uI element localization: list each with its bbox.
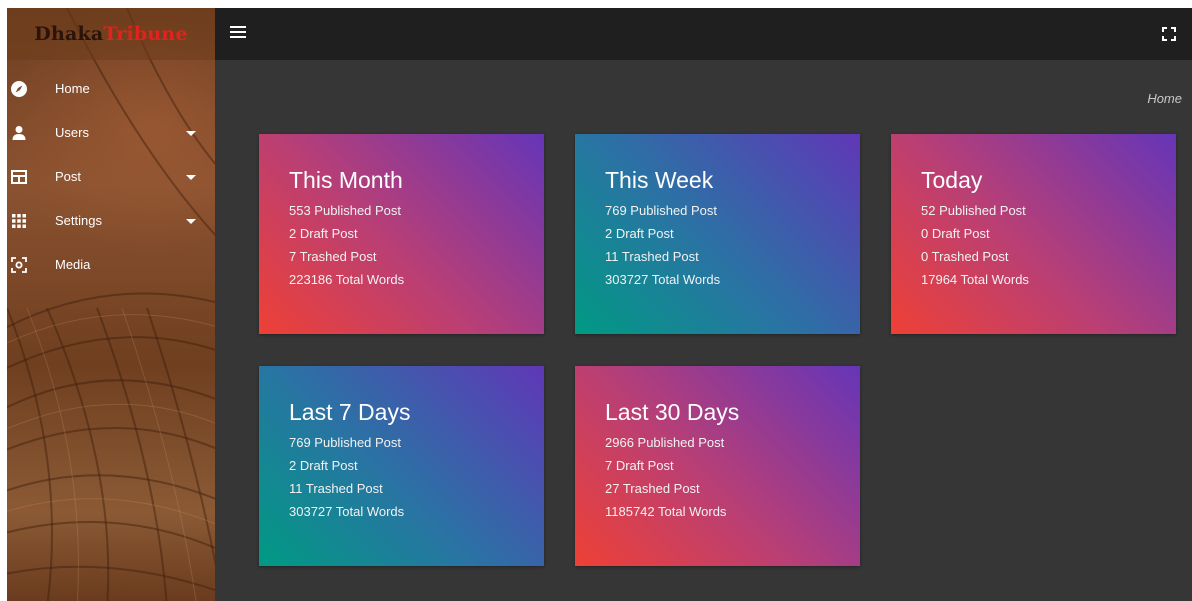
user-icon (10, 124, 28, 142)
sidebar-item-label: Settings (55, 213, 102, 228)
sidebar: Dhaka Tribune Home Users Post Settings M… (7, 8, 215, 601)
card-words: 1185742 Total Words (605, 504, 727, 519)
card-published: 553 Published Post (289, 203, 402, 218)
sidebar-nav: Home Users Post Settings Media (7, 67, 215, 287)
breadcrumb[interactable]: Home (1147, 91, 1182, 106)
card-words: 303727 Total Words (605, 272, 721, 287)
card-trashed: 0 Trashed Post (921, 249, 1009, 264)
card-title: This Month (289, 167, 403, 193)
card-words: 223186 Total Words (289, 272, 405, 287)
app-frame: Dhaka Tribune Home Users Post Settings M… (7, 8, 1192, 601)
card-trashed: 11 Trashed Post (605, 249, 699, 264)
card-draft: 2 Draft Post (605, 226, 674, 241)
caret-down-icon (186, 219, 196, 224)
stats-card-last-7-days: Last 7 Days 769 Published Post 2 Draft P… (259, 366, 544, 566)
media-icon (10, 256, 28, 274)
sidebar-item-label: Media (55, 257, 91, 272)
card-title: Today (921, 167, 983, 193)
card-title: Last 7 Days (289, 399, 411, 425)
sidebar-item-label: Post (55, 169, 82, 184)
stats-card-last-30-days: Last 30 Days 2966 Published Post 7 Draft… (575, 366, 860, 566)
card-published: 52 Published Post (921, 203, 1026, 218)
card-draft: 2 Draft Post (289, 226, 358, 241)
stats-card-this-month: This Month 553 Published Post 2 Draft Po… (259, 134, 544, 334)
sidebar-item-users[interactable]: Users (7, 111, 215, 155)
hamburger-icon[interactable] (230, 26, 246, 40)
sidebar-item-post[interactable]: Post (7, 155, 215, 199)
sidebar-item-label: Users (55, 125, 89, 140)
brand-logo[interactable]: Dhaka Tribune (7, 8, 215, 60)
card-published: 2966 Published Post (605, 435, 725, 450)
card-published: 769 Published Post (289, 435, 402, 450)
sidebar-item-label: Home (55, 81, 90, 96)
post-icon (10, 168, 28, 186)
compass-icon (10, 80, 28, 98)
sidebar-item-home[interactable]: Home (7, 67, 215, 111)
brand-logo-part2: Tribune (103, 23, 188, 45)
card-draft: 0 Draft Post (921, 226, 990, 241)
card-published: 769 Published Post (605, 203, 718, 218)
caret-down-icon (186, 131, 196, 136)
brand-logo-part1: Dhaka (34, 23, 104, 45)
top-bar (215, 8, 1192, 60)
sidebar-item-settings[interactable]: Settings (7, 199, 215, 243)
fullscreen-icon[interactable] (1162, 27, 1176, 41)
card-draft: 7 Draft Post (605, 458, 674, 473)
stats-card-this-week: This Week 769 Published Post 2 Draft Pos… (575, 134, 860, 334)
card-trashed: 27 Trashed Post (605, 481, 700, 496)
card-trashed: 11 Trashed Post (289, 481, 383, 496)
sidebar-item-media[interactable]: Media (7, 243, 215, 287)
card-trashed: 7 Trashed Post (289, 249, 377, 264)
card-title: This Week (605, 167, 714, 193)
stats-card-today: Today 52 Published Post 0 Draft Post 0 T… (891, 134, 1176, 334)
grid-icon (10, 212, 28, 230)
card-words: 17964 Total Words (921, 272, 1029, 287)
card-draft: 2 Draft Post (289, 458, 358, 473)
card-title: Last 30 Days (605, 399, 740, 425)
caret-down-icon (186, 175, 196, 180)
card-words: 303727 Total Words (289, 504, 405, 519)
